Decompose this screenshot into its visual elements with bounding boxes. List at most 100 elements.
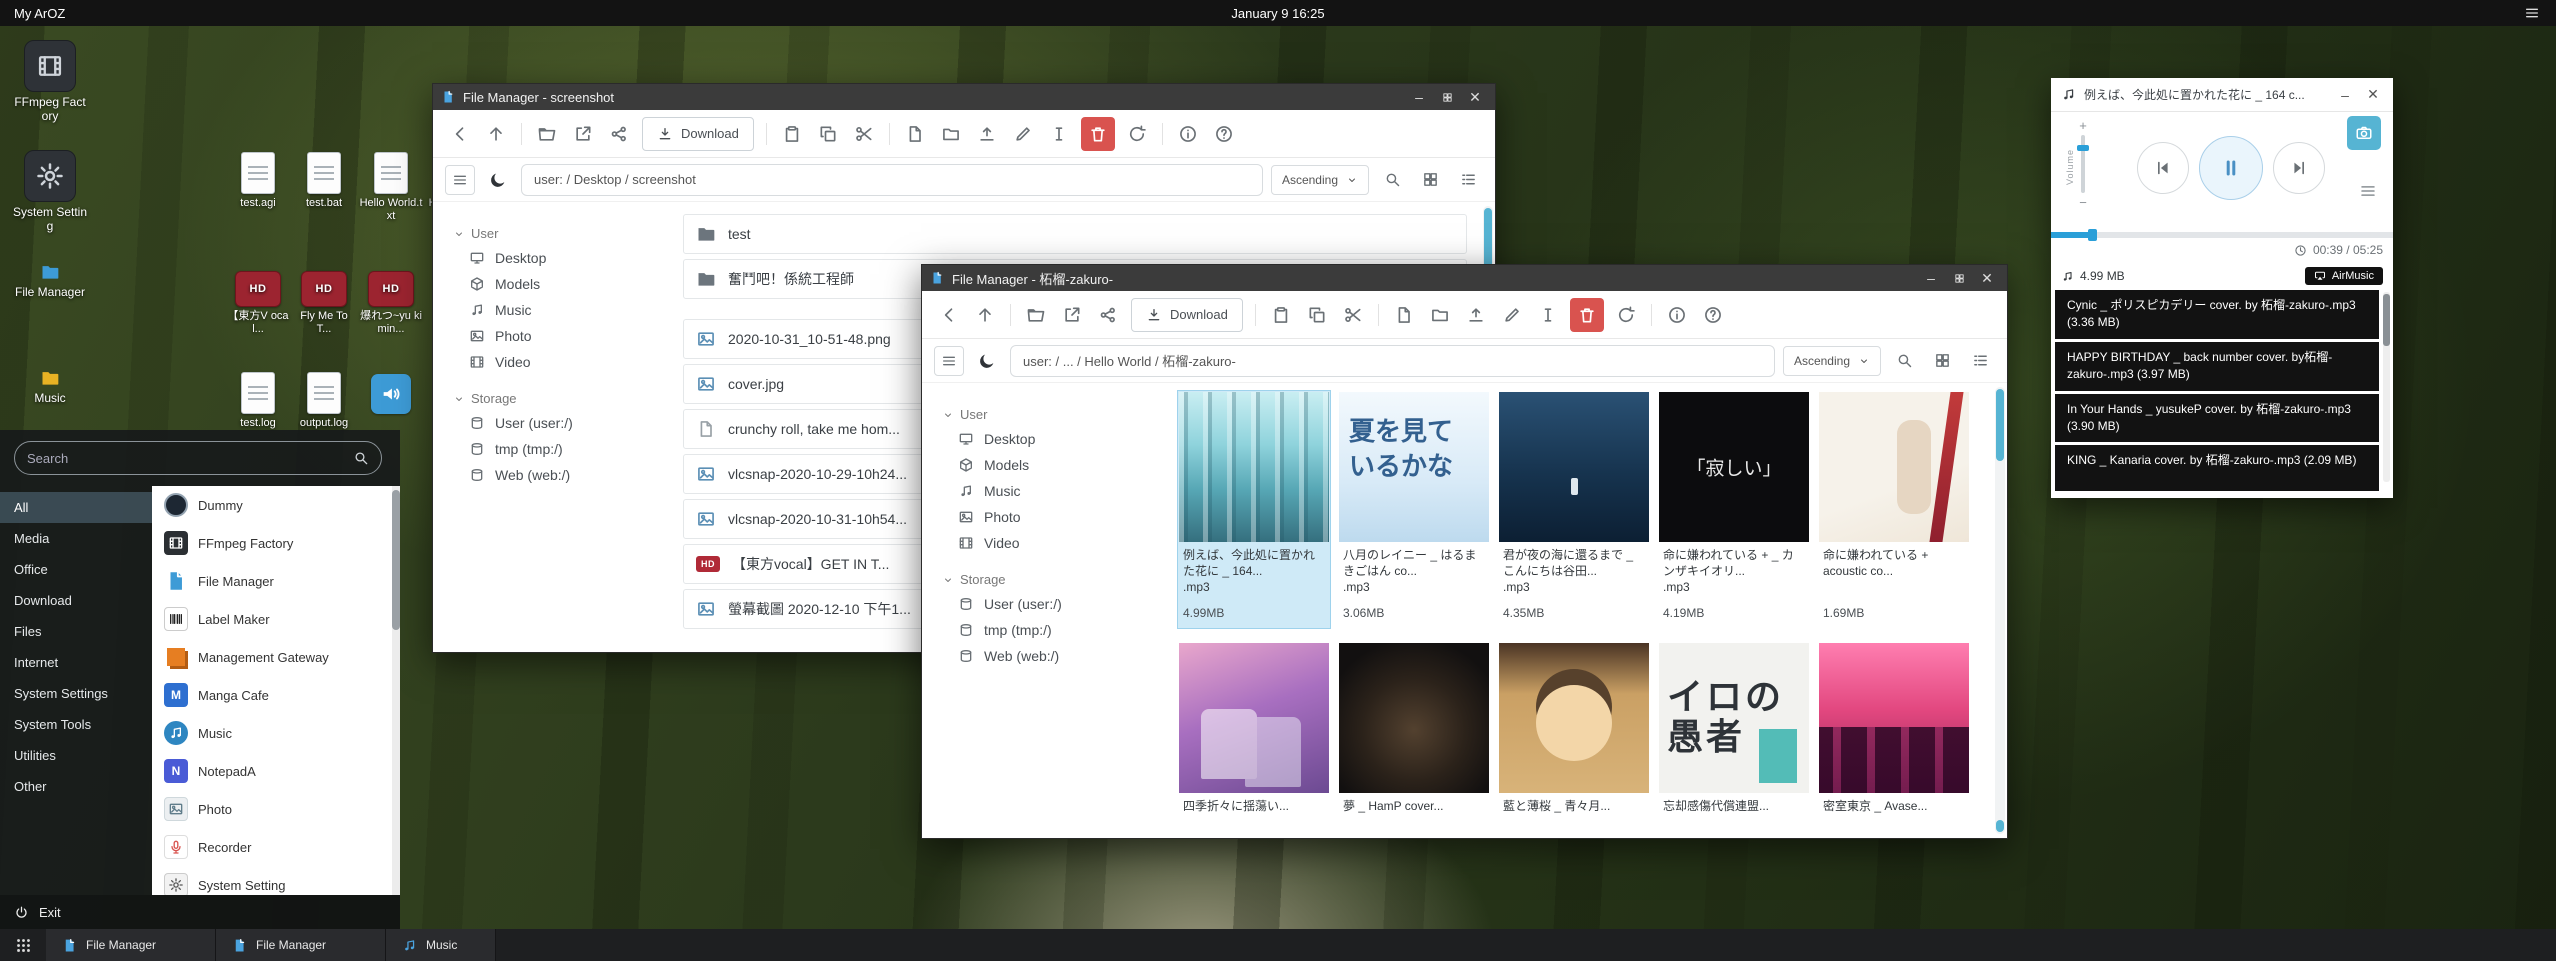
help-button[interactable] xyxy=(1207,117,1241,151)
list-view-button[interactable] xyxy=(1453,165,1483,195)
cast-button[interactable] xyxy=(2347,116,2381,150)
category-system-tools[interactable]: System Tools xyxy=(0,709,152,740)
minimize-button[interactable]: – xyxy=(1407,87,1431,107)
upload-button[interactable] xyxy=(970,117,1004,151)
desktop-file-fly-me-to[interactable]: HD Fly Me To T... xyxy=(292,268,356,336)
volume-track[interactable] xyxy=(2081,135,2085,193)
breadcrumb[interactable]: user: / ... / Hello World / 柘榴-zakuro- xyxy=(1010,345,1775,377)
cut-button[interactable] xyxy=(847,117,881,151)
sidebar-item-web-drive[interactable]: Web (web:/) xyxy=(453,462,673,488)
title-bar[interactable]: File Manager - screenshot – ✕ xyxy=(433,84,1495,110)
file-tile[interactable]: イロの愚者 忘却感傷代償連盟... xyxy=(1658,642,1810,838)
playlist-item[interactable]: KING _ Kanaria cover. by 柘榴-zakuro-.mp3 … xyxy=(2055,445,2379,491)
upload-button[interactable] xyxy=(1459,298,1493,332)
file-tile[interactable]: 夏を見て いるかな 八月のレイニー _ はるまきごはん co... .mp3 3… xyxy=(1338,391,1490,628)
app-item-file-manager[interactable]: File Manager xyxy=(152,562,400,600)
desktop-file-audio-1[interactable] xyxy=(359,372,423,417)
file-tile[interactable]: 四季折々に揺蕩い... xyxy=(1178,642,1330,838)
volume-down[interactable]: − xyxy=(2079,195,2087,210)
playlist-scrollbar[interactable] xyxy=(2383,292,2390,482)
breadcrumb[interactable]: user: / Desktop / screenshot xyxy=(521,164,1263,196)
copy-button[interactable] xyxy=(1300,298,1334,332)
theme-toggle-button[interactable] xyxy=(972,346,1002,376)
app-item-recorder[interactable]: Recorder xyxy=(152,828,400,866)
volume-handle[interactable] xyxy=(2077,145,2089,151)
topbar-menu-button[interactable] xyxy=(2524,5,2540,21)
up-button[interactable] xyxy=(968,298,1002,332)
close-button[interactable]: ✕ xyxy=(1463,87,1487,107)
grid-view-button[interactable] xyxy=(1927,346,1957,376)
sidebar-item-user-drive[interactable]: User (user:/) xyxy=(453,410,673,436)
previous-track-button[interactable] xyxy=(2137,142,2189,194)
up-button[interactable] xyxy=(479,117,513,151)
sidebar-item-video[interactable]: Video xyxy=(453,349,673,375)
app-launcher-button[interactable] xyxy=(0,929,46,961)
taskbar-item-file-manager-1[interactable]: File Manager xyxy=(46,929,216,961)
open-button[interactable] xyxy=(1019,298,1053,332)
search-button[interactable] xyxy=(1377,165,1407,195)
grid-view-button[interactable] xyxy=(1415,165,1445,195)
download-button[interactable]: Download xyxy=(1131,298,1243,332)
file-tile[interactable]: 密室東京 _ Avase... xyxy=(1818,642,1970,838)
sidebar-item-user-drive[interactable]: User (user:/) xyxy=(942,591,1162,617)
next-track-button[interactable] xyxy=(2273,142,2325,194)
scrollbar-thumb[interactable] xyxy=(2383,294,2390,346)
rename-button[interactable] xyxy=(1006,117,1040,151)
app-item-ffmpeg-factory[interactable]: FFmpeg Factory xyxy=(152,524,400,562)
desktop-file-touhou-vocal[interactable]: HD 【東方V ocal... xyxy=(226,268,290,336)
cut-button[interactable] xyxy=(1336,298,1370,332)
category-utilities[interactable]: Utilities xyxy=(0,740,152,771)
sidebar-item-photo[interactable]: Photo xyxy=(942,504,1162,530)
progress-bar[interactable] xyxy=(2051,232,2393,238)
open-external-button[interactable] xyxy=(566,117,600,151)
sidebar-section-storage[interactable]: Storage xyxy=(453,391,673,406)
share-button[interactable] xyxy=(1091,298,1125,332)
playlist-item[interactable]: Cynic _ ポリスピカデリー cover. by 柘榴-zakuro-.mp… xyxy=(2055,290,2379,339)
new-folder-button[interactable] xyxy=(1423,298,1457,332)
sidebar-item-video[interactable]: Video xyxy=(942,530,1162,556)
system-brand[interactable]: My ArOZ xyxy=(14,6,65,21)
taskbar-item-music[interactable]: Music xyxy=(386,929,496,961)
close-button[interactable]: ✕ xyxy=(1975,268,1999,288)
sort-select[interactable]: Ascending xyxy=(1271,165,1369,195)
download-button[interactable]: Download xyxy=(642,117,754,151)
theme-toggle-button[interactable] xyxy=(483,165,513,195)
view-toggle-button[interactable] xyxy=(445,165,475,195)
sidebar-item-tmp-drive[interactable]: tmp (tmp:/) xyxy=(942,617,1162,643)
search-button[interactable] xyxy=(1889,346,1919,376)
share-button[interactable] xyxy=(602,117,636,151)
player-menu-button[interactable] xyxy=(2359,182,2377,200)
volume-up[interactable]: + xyxy=(2079,118,2087,133)
sidebar-item-desktop[interactable]: Desktop xyxy=(942,426,1162,452)
paste-button[interactable] xyxy=(1264,298,1298,332)
new-file-button[interactable] xyxy=(898,117,932,151)
category-internet[interactable]: Internet xyxy=(0,647,152,678)
category-office[interactable]: Office xyxy=(0,554,152,585)
airmusic-badge[interactable]: AirMusic xyxy=(2305,267,2383,285)
desktop-file-hello-world-txt[interactable]: Hello World.txt xyxy=(359,152,423,223)
taskbar-item-file-manager-2[interactable]: File Manager xyxy=(216,929,386,961)
minimize-button[interactable]: – xyxy=(1919,268,1943,288)
app-item-management-gateway[interactable]: Management Gateway xyxy=(152,638,400,676)
category-all[interactable]: All xyxy=(0,492,152,523)
desktop-file-test-agi[interactable]: test.agi xyxy=(226,152,290,210)
app-item-photo[interactable]: Photo xyxy=(152,790,400,828)
desktop-file-test-bat[interactable]: test.bat xyxy=(292,152,356,210)
sidebar-section-storage[interactable]: Storage xyxy=(942,572,1162,587)
search-input[interactable] xyxy=(27,451,353,466)
scrollbar-thumb[interactable] xyxy=(1996,389,2004,461)
maximize-button[interactable] xyxy=(1947,268,1971,288)
playlist-item[interactable]: HAPPY BIRTHDAY _ back number cover. by柘榴… xyxy=(2055,342,2379,391)
close-button[interactable]: ✕ xyxy=(2363,85,2383,105)
exit-button[interactable]: Exit xyxy=(0,895,400,929)
back-button[interactable] xyxy=(443,117,477,151)
desktop-icon-music[interactable]: Music xyxy=(11,364,89,405)
app-item-dummy[interactable]: Dummy xyxy=(152,486,400,524)
maximize-button[interactable] xyxy=(1435,87,1459,107)
search-box[interactable] xyxy=(14,441,382,475)
sidebar-item-music[interactable]: Music xyxy=(453,297,673,323)
app-item-label-maker[interactable]: Label Maker xyxy=(152,600,400,638)
sidebar-item-web-drive[interactable]: Web (web:/) xyxy=(942,643,1162,669)
app-item-system-setting[interactable]: System Setting xyxy=(152,866,400,895)
sidebar-item-models[interactable]: Models xyxy=(453,271,673,297)
